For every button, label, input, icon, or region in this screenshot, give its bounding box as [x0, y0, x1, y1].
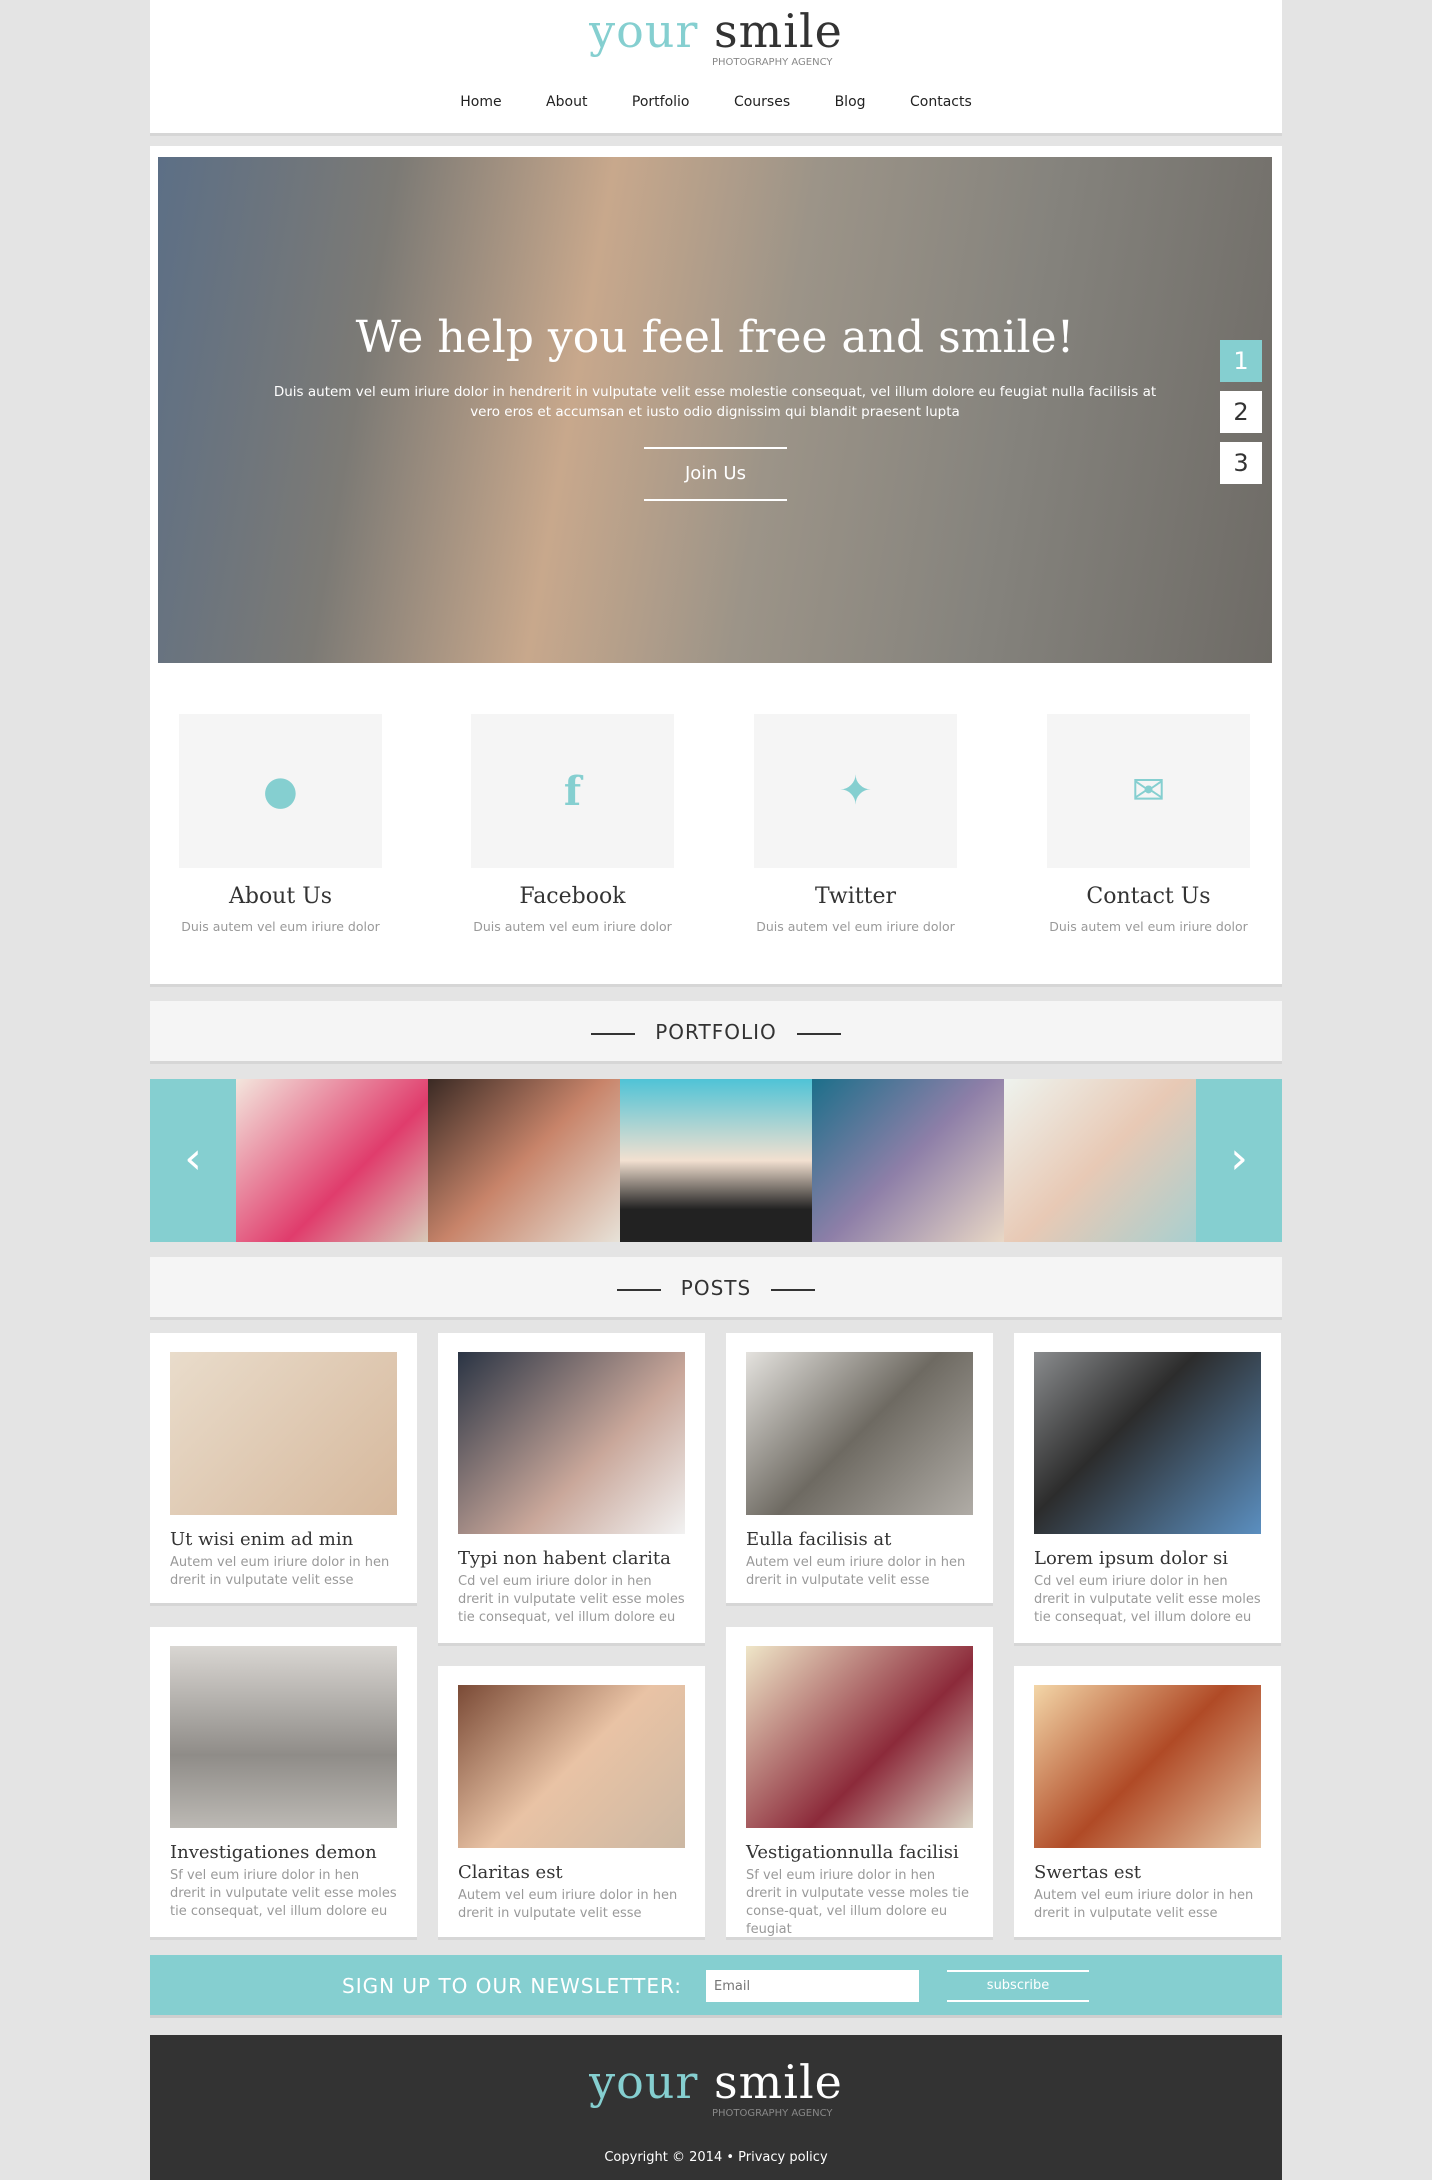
portfolio-image[interactable] — [812, 1079, 1004, 1242]
post-card[interactable]: Eulla facilisis at Autem vel eum iriure d… — [726, 1333, 993, 1606]
newsletter-bar: SIGN UP TO OUR NEWSLETTER: subscribe — [150, 1955, 1282, 2018]
slide-2-button[interactable]: 2 — [1220, 391, 1262, 433]
envelope-icon: ✉ — [1047, 714, 1250, 868]
post-image — [1034, 1685, 1261, 1848]
post-card[interactable]: Vestigationnulla facilisi Sf vel eum iriu… — [726, 1627, 993, 1940]
feature-contact[interactable]: ✉ Contact Us Duis autem vel eum iriure dol… — [1047, 714, 1250, 934]
footer-tagline: PHOTOGRAPHY AGENCY — [712, 2108, 833, 2119]
post-title: Ut wisi enim ad min — [170, 1529, 354, 1550]
post-title: Swertas est — [1034, 1862, 1142, 1883]
feature-title: Twitter — [815, 884, 896, 909]
post-image — [458, 1352, 685, 1534]
post-image — [458, 1685, 685, 1848]
nav-about[interactable]: About — [546, 94, 587, 110]
slide-pagination: 1 2 3 — [1220, 340, 1262, 493]
feature-title: Facebook — [519, 884, 626, 909]
nav-home[interactable]: Home — [460, 94, 501, 110]
post-image — [746, 1646, 973, 1828]
subscribe-button[interactable]: subscribe — [947, 1970, 1089, 2002]
site-header: your smile PHOTOGRAPHY AGENCY Home About… — [150, 0, 1282, 136]
post-image — [170, 1646, 397, 1828]
nav-portfolio[interactable]: Portfolio — [632, 94, 690, 110]
post-image — [746, 1352, 973, 1515]
feature-title: Contact Us — [1086, 884, 1211, 909]
site-footer: your smile PHOTOGRAPHY AGENCY Copyright … — [150, 2035, 1282, 2180]
portfolio-image[interactable] — [428, 1079, 620, 1242]
hero-slider: We help you feel free and smile! Duis au… — [158, 157, 1272, 663]
slide-1-button[interactable]: 1 — [1220, 340, 1262, 382]
post-card[interactable]: Swertas est Autem vel eum iriure dolor in… — [1014, 1666, 1281, 1940]
post-text: Sf vel eum iriure dolor in hen drerit in… — [170, 1868, 397, 1919]
feature-facebook[interactable]: f Facebook Duis autem vel eum iriure dolor — [471, 714, 674, 934]
feature-text: Duis autem vel eum iriure dolor — [756, 919, 955, 934]
twitter-icon: ✦ — [754, 714, 957, 868]
chevron-right-icon[interactable]: › — [1196, 1079, 1282, 1242]
post-card[interactable]: Typi non habent clarita Cd vel eum iriure… — [438, 1333, 705, 1646]
hero-title: We help you feel free and smile! — [355, 312, 1075, 363]
camera-icon: ● — [179, 714, 382, 868]
post-title: Vestigationnulla facilisi — [746, 1842, 959, 1863]
post-image — [1034, 1352, 1261, 1534]
feature-text: Duis autem vel eum iriure dolor — [181, 919, 380, 934]
post-title: Typi non habent clarita — [458, 1548, 671, 1569]
portfolio-image[interactable] — [236, 1079, 428, 1242]
posts-heading: POSTS — [150, 1257, 1282, 1320]
newsletter-label: SIGN UP TO OUR NEWSLETTER: — [342, 1974, 683, 1998]
chevron-left-icon[interactable]: ‹ — [150, 1079, 236, 1242]
post-title: Claritas est — [458, 1862, 563, 1883]
hero-text: Duis autem vel eum iriure dolor in hendr… — [273, 384, 1157, 420]
email-input[interactable] — [706, 1970, 919, 2002]
logo-tagline: PHOTOGRAPHY AGENCY — [712, 57, 833, 68]
portfolio-heading: PORTFOLIO — [150, 1001, 1282, 1064]
post-card[interactable]: Investigationes demon Sf vel eum iriure d… — [150, 1627, 417, 1940]
post-text: Autem vel eum iriure dolor in hen drerit… — [458, 1888, 678, 1921]
portfolio-image[interactable] — [1004, 1079, 1196, 1242]
post-text: Autem vel eum iriure dolor in hen drerit… — [170, 1555, 390, 1588]
post-title: Eulla facilisis at — [746, 1529, 892, 1550]
post-text: Autem vel eum iriure dolor in hen drerit… — [1034, 1888, 1254, 1921]
footer-logo[interactable]: your smile — [150, 2055, 1282, 2109]
logo[interactable]: your smile — [150, 4, 1282, 58]
feature-twitter[interactable]: ✦ Twitter Duis autem vel eum iriure dolor — [754, 714, 957, 934]
post-text: Cd vel eum iriure dolor in hen drerit in… — [458, 1574, 685, 1625]
post-text: Autem vel eum iriure dolor in hen drerit… — [746, 1555, 966, 1588]
nav-courses[interactable]: Courses — [734, 94, 790, 110]
portfolio-slider: ‹ › — [150, 1079, 1282, 1242]
feature-text: Duis autem vel eum iriure dolor — [1049, 919, 1248, 934]
post-title: Lorem ipsum dolor si — [1034, 1548, 1229, 1569]
facebook-icon: f — [471, 714, 674, 868]
slide-3-button[interactable]: 3 — [1220, 442, 1262, 484]
feature-title: About Us — [228, 884, 333, 909]
post-image — [170, 1352, 397, 1515]
post-title: Investigationes demon — [170, 1842, 377, 1863]
post-card[interactable]: Claritas est Autem vel eum iriure dolor i… — [438, 1666, 705, 1940]
post-card[interactable]: Ut wisi enim ad min Autem vel eum iriure … — [150, 1333, 417, 1606]
post-card[interactable]: Lorem ipsum dolor si Cd vel eum iriure do… — [1014, 1333, 1281, 1646]
nav-blog[interactable]: Blog — [835, 94, 866, 110]
feature-about[interactable]: ● About Us Duis autem vel eum iriure dolor — [179, 714, 382, 934]
nav-contacts[interactable]: Contacts — [910, 94, 972, 110]
copyright[interactable]: Copyright © 2014 • Privacy policy — [150, 2150, 1282, 2165]
feature-text: Duis autem vel eum iriure dolor — [473, 919, 672, 934]
join-us-button[interactable]: Join Us — [644, 447, 787, 501]
portfolio-image[interactable] — [620, 1079, 812, 1242]
post-text: Sf vel eum iriure dolor in hen drerit in… — [746, 1868, 970, 1937]
post-text: Cd vel eum iriure dolor in hen drerit in… — [1034, 1574, 1261, 1625]
hero-section: We help you feel free and smile! Duis au… — [150, 146, 1282, 987]
main-nav: Home About Portfolio Courses Blog Contac… — [150, 94, 1282, 110]
